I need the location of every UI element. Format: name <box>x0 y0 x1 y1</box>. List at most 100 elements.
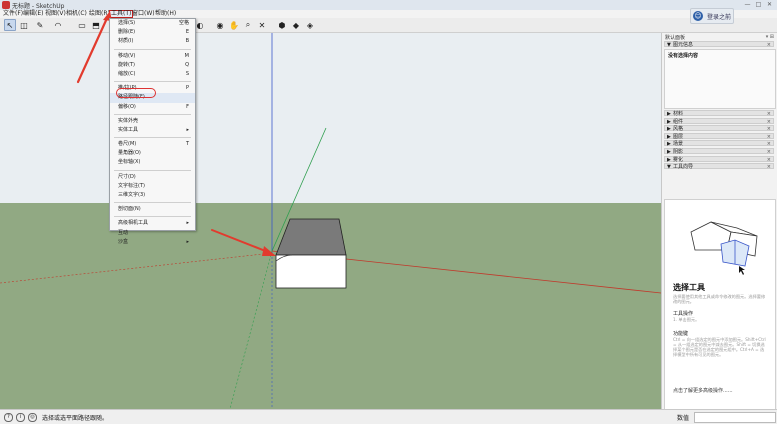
tray-panel-label: 材料 <box>673 111 684 117</box>
tray-panel-header[interactable]: ▶ 组件 × <box>664 117 774 125</box>
tools-menu-item[interactable]: 量角器(O) <box>110 149 195 158</box>
tray-panel-header[interactable]: ▶ 图层 × <box>664 132 774 140</box>
maximize-button[interactable]: □ <box>754 1 763 8</box>
menu-item-shortcut: B <box>185 38 189 45</box>
instructor-ops-text: 1. 单击图元。 <box>673 317 700 322</box>
tools-menu-item[interactable]: 坐标轴(X) <box>110 158 195 167</box>
tools-menu-item[interactable]: 旋转(T) Q <box>110 61 195 70</box>
tools-menu-item[interactable]: 剖切面(N) <box>110 205 195 214</box>
tools-dropdown-menu: 选择(S) 空格 删除(E) E 材质(I) B 移动(V) M 旋转(T) Q 缩放(C) S 推/拉… <box>109 18 196 245</box>
menu-item-label: 文字标注(T) <box>118 182 145 189</box>
orbit-icon[interactable]: ◉ <box>214 19 226 31</box>
submenu-arrow-icon: ▸ <box>186 126 189 133</box>
tools-menu-item[interactable]: 材质(I) B <box>110 37 195 46</box>
panel-close-icon[interactable]: × <box>767 164 771 170</box>
menu-edit[interactable]: 编辑(E) <box>22 10 44 18</box>
select-tool-icon[interactable]: ↖ <box>4 19 16 31</box>
panel-close-icon[interactable]: × <box>767 149 771 155</box>
window-title: 无标题 - SketchUp <box>12 3 65 10</box>
tools-menu-item[interactable]: 实体外壳 <box>110 117 195 126</box>
tray-panel-header[interactable]: ▶ 场景 × <box>664 140 774 148</box>
tray-panel-label: 场景 <box>673 141 684 148</box>
tools-menu-item[interactable]: 删除(E) E <box>110 28 195 37</box>
menu-draw[interactable]: 绘图(R) <box>88 10 111 18</box>
tray-panel-header[interactable]: ▶ 风格 × <box>664 125 774 133</box>
tray-panel-header[interactable]: ▼ 工具向导 × <box>664 163 774 170</box>
house-illustration <box>690 221 758 275</box>
menu-view[interactable]: 视图(V) <box>44 10 67 18</box>
panel-close-icon[interactable]: × <box>767 119 771 125</box>
menu-help[interactable]: 帮助(H) <box>154 10 177 18</box>
tools-menu-item[interactable]: 文字标注(T) <box>110 182 195 191</box>
instructor-more-link[interactable]: 点击了解更多高级操作...... <box>673 387 733 394</box>
tools-menu-item[interactable]: 尺寸(D) <box>110 173 195 182</box>
expand-triangle-icon: ▶ <box>667 141 671 148</box>
tools-menu-item[interactable]: 卷尺(M) T <box>110 140 195 149</box>
tools-menu-item[interactable]: 移动(V) M <box>110 52 195 61</box>
tray-pin-icon[interactable]: ▾ ⊞ <box>766 34 774 40</box>
entity-info-panel-header[interactable]: ▼ 图元信息 × <box>664 41 774 48</box>
zoom-extents-icon[interactable]: ✕ <box>256 19 268 31</box>
measurements-input[interactable] <box>694 412 776 423</box>
zoom-icon[interactable]: ⌕ <box>242 19 254 31</box>
menu-item-label: 偏移(O) <box>118 103 136 110</box>
sign-in-button[interactable]: ☺ 登录之前 <box>690 8 734 24</box>
panel-close-icon[interactable]: × <box>767 126 771 132</box>
menu-tools[interactable]: 工具(T) <box>109 10 134 18</box>
push-pull-icon[interactable]: ⬒ <box>90 19 102 31</box>
panel-close-icon[interactable]: × <box>767 141 771 147</box>
menu-separator <box>114 169 191 171</box>
pan-icon[interactable]: ✋ <box>228 19 240 31</box>
tray-panel-label: 组件 <box>673 118 684 125</box>
expand-triangle-icon: ▶ <box>667 111 671 117</box>
submenu-arrow-icon: ▸ <box>186 220 189 227</box>
menu-item-label: 三维文字(3) <box>118 192 146 198</box>
tools-menu-item[interactable]: 互动 <box>110 229 195 238</box>
extension-icon[interactable]: ◆ <box>290 19 302 31</box>
arc-tool-icon[interactable]: ◠ <box>52 19 64 31</box>
tools-menu-item[interactable]: 偏移(O) F <box>110 103 195 112</box>
close-button[interactable]: ✕ <box>765 1 774 8</box>
expand-triangle-icon: ▶ <box>667 126 671 133</box>
tools-menu-item[interactable]: 沙盒 ▸ <box>110 238 195 247</box>
pencil-tool-icon[interactable]: ✎ <box>34 19 46 31</box>
status-message: 选择或选平面路径跟随。 <box>42 415 109 422</box>
tools-menu-item[interactable]: 选择(S) 空格 <box>110 19 195 28</box>
tools-menu-item[interactable]: 三维文字(3) <box>110 191 195 200</box>
entity-info-label: 图元信息 <box>673 42 694 48</box>
shape-tool-icon[interactable]: ▭ <box>76 19 88 31</box>
menu-item-label: 卷尺(M) <box>118 141 137 148</box>
tools-menu-item[interactable]: 高级相机工具 ▸ <box>110 219 195 228</box>
ruby-icon[interactable]: ◈ <box>304 19 316 31</box>
warehouse-icon[interactable]: ⬢ <box>276 19 288 31</box>
menu-window[interactable]: 窗口(W) <box>131 10 156 18</box>
menu-separator <box>114 137 191 139</box>
minimize-button[interactable]: — <box>743 1 752 8</box>
tray-panel-header[interactable]: ▶ 阴影 × <box>664 148 774 155</box>
geo-location-icon[interactable]: ◎ <box>28 413 37 422</box>
panel-close-icon[interactable]: × <box>767 42 771 48</box>
menu-item-label: 删除(E) <box>118 29 136 36</box>
menu-separator <box>114 113 191 115</box>
expand-triangle-icon: ▶ <box>667 156 671 163</box>
panel-close-icon[interactable]: × <box>767 134 771 140</box>
menu-item-shortcut: F <box>186 103 189 110</box>
panel-close-icon[interactable]: × <box>767 111 771 117</box>
info-icon[interactable]: i <box>16 413 25 422</box>
menu-separator <box>114 202 191 204</box>
menu-item-label: 尺寸(D) <box>118 173 136 180</box>
tray-title: 默认面板 <box>665 35 686 41</box>
eraser-tool-icon[interactable]: ◫ <box>18 19 30 31</box>
menu-item-shortcut: M <box>184 52 189 59</box>
menu-item-label: 实体外壳 <box>118 117 139 124</box>
tools-menu-item[interactable]: 缩放(C) S <box>110 70 195 79</box>
help-icon[interactable]: ? <box>4 413 13 422</box>
tools-menu-item[interactable]: 实体工具 ▸ <box>110 126 195 135</box>
tray-panel-header[interactable]: ▶ 材料 × <box>664 110 774 117</box>
tray-panel-label: 雾化 <box>673 156 684 163</box>
panel-close-icon[interactable]: × <box>767 157 771 163</box>
menu-file[interactable]: 文件(F) <box>2 10 24 18</box>
tray-panel-header[interactable]: ▶ 雾化 × <box>664 155 774 163</box>
menu-camera[interactable]: 相机(C) <box>65 10 88 18</box>
drawing-viewport[interactable] <box>0 33 661 409</box>
